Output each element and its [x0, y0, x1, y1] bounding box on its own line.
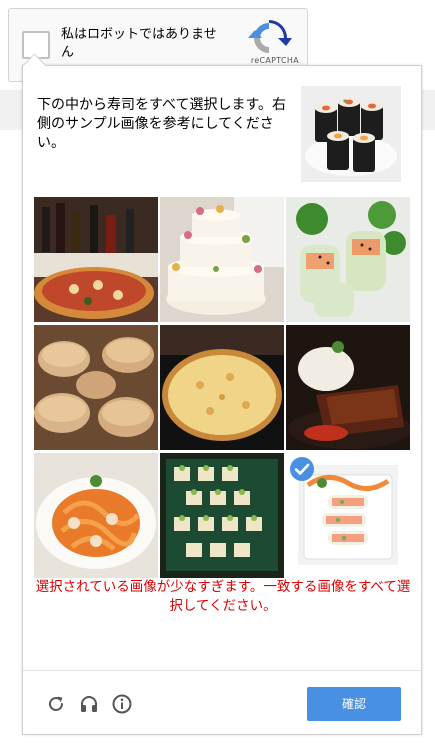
recaptcha-brand-text: reCAPTCHA — [250, 56, 299, 65]
image-tile-1-pizza-with-wine[interactable] — [34, 197, 158, 322]
challenge-instruction: 下の中から寿司をすべて選択します。右側のサンプル画像を参考にしてください。 — [37, 97, 287, 151]
challenge-panel: 下の中から寿司をすべて選択します。右側のサンプル画像を参考にしてください。 選択… — [22, 65, 422, 735]
robot-checkbox-label: 私はロボットではありません — [61, 27, 217, 60]
image-grid — [34, 197, 410, 578]
recaptcha-logo-icon — [248, 20, 292, 53]
image-tile-7-pasta[interactable] — [34, 453, 158, 578]
image-tile-4-pies-bakery[interactable] — [34, 325, 158, 450]
image-tile-6-steak-with-rice[interactable] — [286, 325, 410, 450]
challenge-footer: 確認 — [23, 670, 421, 736]
error-message: 選択されている画像が少なすぎます。一致する画像をすべて選択してください。 — [35, 579, 411, 614]
image-tile-5-cheese-pizza[interactable] — [160, 325, 284, 450]
audio-icon[interactable] — [78, 693, 100, 715]
tile-selected-check-icon — [290, 457, 314, 481]
image-tile-2-wedding-cake[interactable] — [160, 197, 284, 322]
info-icon[interactable] — [111, 693, 133, 715]
image-tile-9-sushi-plate[interactable] — [286, 453, 410, 578]
image-tile-3-spring-rolls[interactable] — [286, 197, 410, 322]
verify-button[interactable]: 確認 — [307, 687, 401, 721]
reload-icon[interactable] — [45, 693, 67, 715]
sample-image-sushi — [301, 86, 401, 182]
image-tile-8-appetizer-platter[interactable] — [160, 453, 284, 578]
